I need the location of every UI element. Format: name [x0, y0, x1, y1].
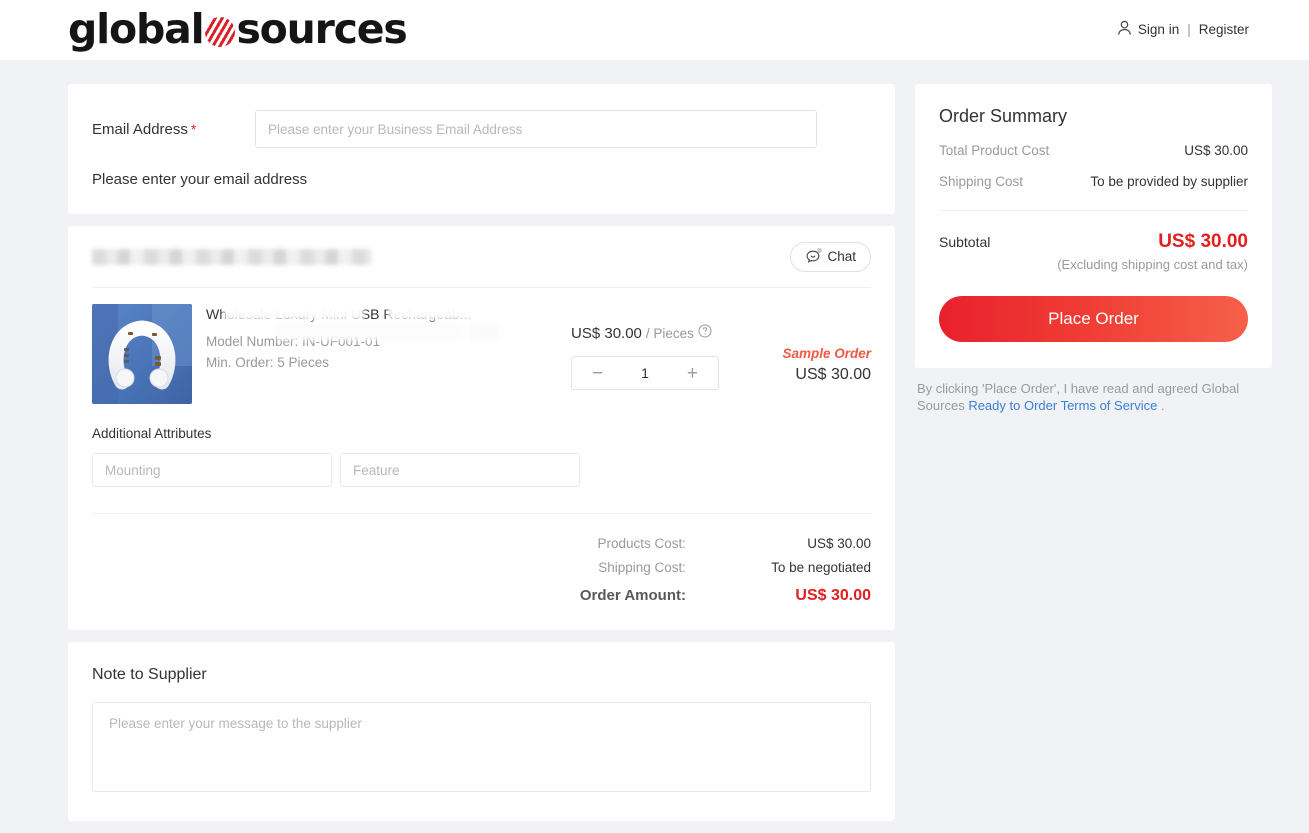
shipping-cost-value: To be negotiated — [771, 560, 871, 575]
summary-total-product-cost-label: Total Product Cost — [939, 143, 1050, 158]
summary-shipping-cost-value: To be provided by supplier — [1090, 174, 1248, 189]
email-label-text: Email Address — [92, 120, 188, 138]
attribute-feature-input[interactable] — [340, 453, 580, 487]
place-order-button[interactable]: Place Order — [939, 296, 1248, 342]
register-link[interactable]: Register — [1199, 22, 1249, 37]
unit-price-row: US$ 30.00 / Pieces — [571, 324, 721, 342]
summary-subtotal-row: Subtotal US$ 30.00 — [939, 231, 1248, 253]
sample-order-amount: US$ 30.00 — [795, 366, 871, 383]
order-totals: Products Cost: US$ 30.00 Shipping Cost: … — [92, 513, 871, 630]
title-redaction-1 — [224, 305, 364, 320]
attribute-mounting-input[interactable] — [92, 453, 332, 487]
terms-suffix: . — [1157, 398, 1165, 413]
sign-in-link[interactable]: Sign in — [1138, 22, 1179, 37]
quantity-decrease-button[interactable]: − — [586, 363, 609, 384]
summary-shipping-cost-label: Shipping Cost — [939, 174, 1024, 189]
supplier-header-row: Chat — [92, 226, 871, 288]
required-asterisk: * — [190, 120, 197, 137]
quantity-increase-button[interactable]: + — [681, 363, 704, 384]
shipping-cost-row: Shipping Cost: To be negotiated — [92, 556, 871, 580]
email-label: Email Address * — [92, 121, 255, 138]
page-body: Email Address* Please enter your email a… — [0, 60, 1309, 833]
additional-attributes-inputs — [92, 453, 871, 487]
title-redaction-4 — [470, 324, 500, 340]
note-to-supplier-textarea[interactable] — [92, 702, 871, 792]
note-to-supplier-title: Note to Supplier — [92, 666, 207, 683]
title-redaction-2 — [388, 305, 480, 320]
supplier-name-redacted — [92, 248, 372, 265]
terms-of-service-link[interactable]: Ready to Order Terms of Service — [968, 398, 1157, 413]
striped-sphere-icon — [205, 16, 236, 47]
global-sources-logo[interactable]: global sources — [68, 5, 408, 53]
chat-button[interactable]: Chat — [790, 241, 871, 272]
product-row: Wholesale Luxury Mini USB Rechargeab... … — [92, 288, 871, 408]
summary-total-product-cost-value: US$ 30.00 — [1184, 143, 1248, 158]
order-summary-title: Order Summary — [939, 106, 1068, 126]
summary-total-product-cost-row: Total Product Cost US$ 30.00 — [939, 143, 1248, 158]
chat-notification-dot — [817, 247, 823, 253]
product-info: Wholesale Luxury Mini USB Rechargeab... … — [192, 304, 571, 404]
products-cost-row: Products Cost: US$ 30.00 — [92, 532, 871, 556]
shipping-cost-label: Shipping Cost: — [598, 560, 686, 575]
summary-excluding-note: (Excluding shipping cost and tax) — [1057, 257, 1248, 272]
additional-attributes-section: Additional Attributes — [92, 408, 871, 487]
sample-order-column: Sample Order US$ 30.00 — [721, 304, 871, 404]
main-column: Email Address* Please enter your email a… — [68, 84, 895, 833]
product-thumbnail[interactable] — [92, 304, 192, 404]
terms-agreement-text: By clicking 'Place Order', I have read a… — [915, 380, 1272, 414]
email-row: Email Address * — [92, 110, 871, 148]
logo-word-global: global — [68, 5, 205, 53]
email-hint-text: Please enter your email address — [92, 171, 308, 188]
additional-attributes-title: Additional Attributes — [92, 426, 212, 441]
quantity-input[interactable] — [620, 364, 670, 382]
summary-subtotal-label: Subtotal — [939, 234, 991, 250]
summary-shipping-cost-row: Shipping Cost To be provided by supplier — [939, 174, 1248, 189]
chat-label: Chat — [827, 249, 856, 264]
order-amount-value: US$ 30.00 — [795, 587, 871, 604]
unit-price-value: US$ 30.00 — [571, 324, 642, 342]
site-header: global sources Sign in | Register — [0, 0, 1309, 60]
summary-subtotal-value: US$ 30.00 — [1158, 231, 1248, 252]
sample-order-badge: Sample Order — [782, 346, 871, 361]
supplier-product-card: Chat USB Model Number: IN-UF001-01 Min. … — [68, 226, 895, 630]
header-account-area: Sign in | Register — [1117, 20, 1249, 39]
header-separator: | — [1187, 22, 1191, 37]
logo-word-sources: sources — [236, 5, 407, 53]
quantity-stepper[interactable]: − + — [571, 356, 719, 390]
note-to-supplier-card: Note to Supplier — [68, 642, 895, 821]
question-circle-icon[interactable] — [698, 324, 712, 342]
email-field[interactable] — [255, 110, 817, 148]
chat-bubble-icon — [805, 247, 823, 265]
order-amount-row: Order Amount: US$ 30.00 — [92, 584, 871, 608]
products-cost-label: Products Cost: — [597, 536, 686, 551]
unit-price-suffix: / Pieces — [645, 325, 694, 341]
title-redaction-3 — [276, 324, 464, 340]
order-amount-label: Order Amount: — [579, 587, 686, 604]
email-card: Email Address* Please enter your email a… — [68, 84, 895, 214]
summary-divider — [939, 210, 1248, 211]
product-price-column: US$ 30.00 / Pieces − + — [571, 304, 721, 404]
product-min-order: Min. Order: 5 Pieces — [206, 355, 330, 370]
order-summary-card: Order Summary Total Product Cost US$ 30.… — [915, 84, 1272, 368]
order-summary-column: Order Summary Total Product Cost US$ 30.… — [915, 84, 1272, 414]
user-icon — [1117, 20, 1132, 39]
products-cost-value: US$ 30.00 — [807, 536, 871, 551]
